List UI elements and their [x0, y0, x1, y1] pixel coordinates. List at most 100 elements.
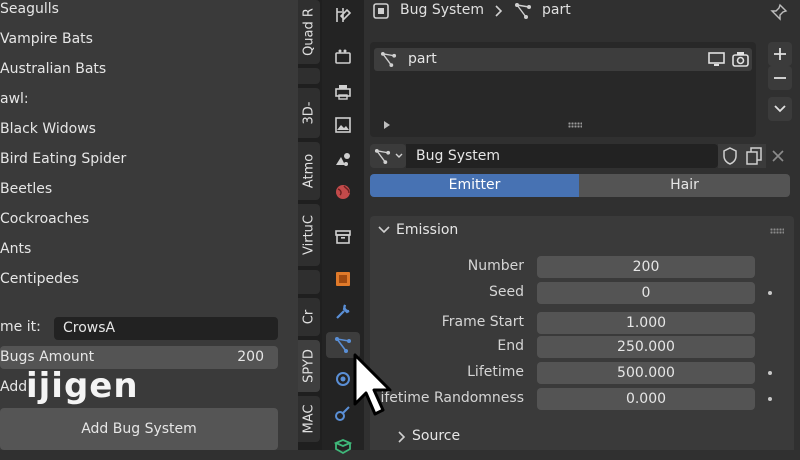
particles-icon — [515, 3, 531, 19]
render-tab[interactable] — [330, 44, 356, 70]
camera-icon[interactable] — [732, 51, 749, 67]
properties-editor: Bug System part part Bug System Emitter … — [364, 0, 800, 450]
printer-icon — [335, 85, 351, 100]
tab-mac[interactable]: MAC — [298, 396, 320, 442]
pin-icon[interactable] — [770, 3, 788, 21]
tab-blank[interactable] — [298, 68, 320, 84]
keyframe-dot[interactable] — [768, 291, 772, 295]
output-tab[interactable] — [330, 79, 356, 105]
monitor-icon[interactable] — [708, 52, 725, 67]
scene-tab[interactable] — [330, 146, 356, 172]
wrench-icon — [336, 304, 350, 319]
constraint-icon — [335, 406, 350, 421]
settings-name-field[interactable]: Bug System — [406, 144, 718, 168]
tab-label: Quad R — [301, 8, 317, 56]
tab-label: SPYD — [301, 349, 317, 383]
view-layer-tab[interactable] — [330, 112, 356, 138]
resize-grip-icon[interactable] — [568, 122, 582, 128]
lifetime-randomness-label: Lifetime Randomness — [372, 390, 524, 406]
source-subpanel-header[interactable]: Source — [388, 426, 588, 448]
world-globe-icon — [336, 185, 350, 199]
particles-icon — [380, 51, 397, 68]
seed-field[interactable]: 0 — [537, 282, 755, 304]
tab-label: 3D- — [301, 101, 317, 125]
bugs-amount-label: Bugs Amount — [0, 349, 95, 365]
tab-quad-r[interactable]: Quad R — [298, 0, 320, 64]
settings-browse-button[interactable] — [370, 144, 406, 168]
tab-virtuc[interactable]: VirtuC — [298, 204, 320, 266]
list-item[interactable]: Vampire Bats — [0, 31, 93, 47]
data-tab[interactable] — [330, 434, 356, 460]
object-tab[interactable] — [330, 266, 356, 292]
keyframe-dot[interactable] — [768, 371, 772, 375]
fake-user-button[interactable] — [718, 144, 742, 168]
seed-label: Seed — [489, 284, 524, 300]
tools-icon — [336, 8, 352, 22]
vertical-tab-strip: Quad R 3D- Atmo VirtuC Cr SPYD MAC — [298, 0, 322, 450]
unlink-button[interactable] — [766, 144, 790, 168]
list-item[interactable]: Cockroaches — [0, 211, 89, 227]
lifetime-field[interactable]: 500.000 — [537, 362, 755, 384]
emission-panel-header[interactable]: Emission — [370, 216, 794, 244]
minus-icon — [774, 77, 786, 79]
duplicate-button[interactable] — [742, 144, 766, 168]
list-item[interactable]: Centipedes — [0, 271, 79, 287]
collection-tab[interactable] — [330, 224, 356, 250]
mesh-data-icon — [334, 439, 352, 455]
list-item[interactable]: part — [374, 48, 752, 71]
object-square-icon — [373, 3, 389, 19]
chevron-down-icon — [378, 226, 390, 234]
breadcrumb-object[interactable]: Bug System — [400, 2, 484, 18]
mouse-cursor-icon — [353, 353, 392, 416]
tab-cr[interactable]: Cr — [298, 298, 320, 336]
frame-start-label: Frame Start — [441, 314, 524, 330]
add-slot-button[interactable] — [768, 42, 792, 66]
tab-label: MAC — [301, 404, 317, 434]
physics-orbit-icon — [336, 372, 350, 386]
particles-icon — [374, 148, 391, 165]
frame-start-field[interactable]: 1.000 — [537, 312, 755, 334]
specials-menu-button[interactable] — [768, 97, 792, 121]
remove-slot-button[interactable] — [768, 66, 792, 90]
left-panel: Seagulls Vampire Bats Australian Bats aw… — [0, 0, 298, 450]
emitter-toggle[interactable]: Emitter — [370, 174, 579, 197]
modifier-tab[interactable] — [330, 299, 356, 325]
tab-atmo[interactable]: Atmo — [298, 142, 320, 200]
tab-spyd[interactable]: SPYD — [298, 340, 320, 392]
lifetime-randomness-field[interactable]: 0.000 — [537, 388, 755, 410]
tool-tab[interactable] — [330, 2, 356, 28]
tab-label: VirtuC — [301, 215, 317, 255]
breadcrumb: Bug System part — [364, 0, 800, 24]
breadcrumb-particles[interactable]: part — [542, 2, 571, 18]
list-item[interactable]: Black Widows — [0, 121, 96, 137]
frame-end-label: End — [497, 338, 524, 354]
bugs-amount-value: 200 — [237, 349, 264, 365]
tab-3d[interactable]: 3D- — [298, 88, 320, 138]
tab-blank[interactable] — [298, 270, 320, 294]
list-item[interactable]: Bird Eating Spider — [0, 151, 126, 167]
list-item[interactable]: Beetles — [0, 181, 52, 197]
list-item[interactable]: Seagulls — [0, 1, 59, 17]
drag-grip-icon[interactable] — [770, 228, 784, 234]
number-label: Number — [467, 258, 524, 274]
copy-icon — [746, 147, 762, 165]
shield-icon — [723, 147, 737, 165]
hair-toggle[interactable]: Hair — [579, 174, 790, 197]
keyframe-dot[interactable] — [768, 397, 772, 401]
add-bug-system-button[interactable]: Add Bug System — [0, 408, 278, 450]
render-camera-icon — [335, 49, 351, 64]
expand-triangle-icon[interactable] — [382, 120, 392, 130]
world-tab[interactable] — [330, 179, 356, 205]
object-square-icon — [336, 272, 350, 286]
chevron-right-icon — [398, 431, 406, 443]
list-item[interactable]: Australian Bats — [0, 61, 106, 77]
tab-label: Cr — [301, 309, 317, 325]
particles-icon — [335, 337, 351, 353]
list-item-label: part — [408, 51, 437, 67]
frame-end-field[interactable]: 250.000 — [537, 336, 755, 358]
name-input[interactable]: CrowsA — [54, 317, 278, 340]
add-label: Add — [0, 379, 28, 395]
list-item[interactable]: Ants — [0, 241, 31, 257]
number-field[interactable]: 200 — [537, 256, 755, 278]
lifetime-label: Lifetime — [467, 364, 524, 380]
